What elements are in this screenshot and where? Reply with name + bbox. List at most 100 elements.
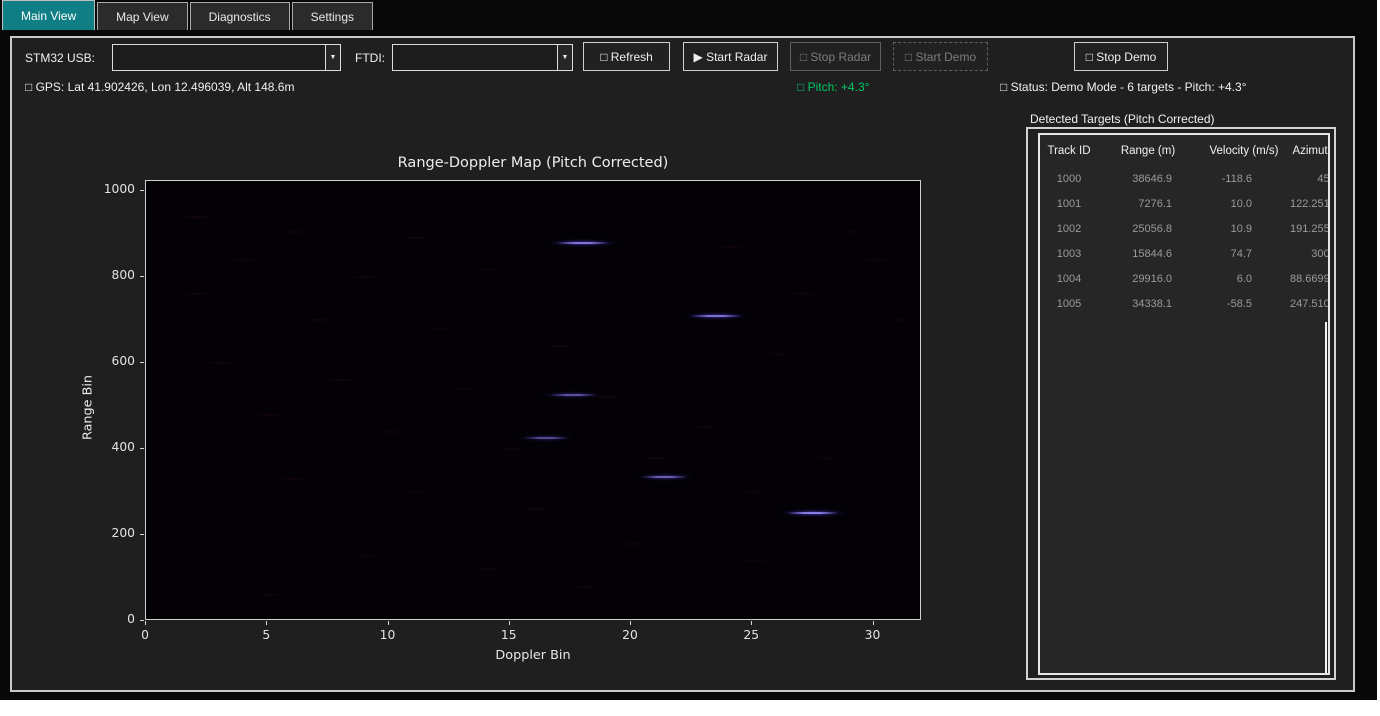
x-tick-label: 5 bbox=[246, 628, 286, 642]
y-tick-label: 800 bbox=[85, 268, 135, 282]
x-tick-label: 0 bbox=[125, 628, 165, 642]
table-row[interactable]: 100225056.810.9191.2552 bbox=[1040, 216, 1330, 241]
radar-target-streak bbox=[677, 311, 755, 321]
radar-target-streak bbox=[512, 433, 580, 443]
noise-speck bbox=[175, 292, 219, 296]
radar-target-core bbox=[550, 394, 597, 396]
noise-speck bbox=[417, 327, 461, 331]
ftdi-label: FTDI: bbox=[355, 51, 385, 65]
table-cell: 122.2510 bbox=[1290, 198, 1330, 210]
table-row[interactable]: 100038646.9-118.645° bbox=[1040, 166, 1330, 191]
noise-speck bbox=[563, 585, 607, 589]
table-body: 100038646.9-118.645°10017276.110.0122.25… bbox=[1040, 166, 1328, 316]
radar-target-core bbox=[787, 512, 838, 514]
noise-speck bbox=[587, 395, 631, 399]
y-tick bbox=[140, 362, 144, 363]
targets-table[interactable]: Track ID Range (m) Velocity (m/s) Azimut… bbox=[1038, 133, 1330, 675]
noise-speck bbox=[708, 245, 752, 249]
noise-speck bbox=[296, 318, 340, 322]
noise-speck bbox=[635, 456, 679, 460]
col-velocity: Velocity (m/s) bbox=[1198, 145, 1290, 157]
table-row[interactable]: 100315844.674.7300° bbox=[1040, 241, 1330, 266]
table-scrollbar[interactable] bbox=[1325, 322, 1327, 674]
radar-target-core bbox=[524, 437, 567, 439]
x-tick bbox=[388, 621, 389, 625]
table-row[interactable]: 100534338.1-58.5247.5104 bbox=[1040, 291, 1330, 316]
radar-target-streak bbox=[630, 472, 700, 482]
table-cell: 74.7 bbox=[1198, 248, 1290, 260]
y-tick bbox=[140, 534, 144, 535]
noise-speck bbox=[175, 215, 219, 219]
noise-speck bbox=[684, 425, 728, 429]
chart-title: Range-Doppler Map (Pitch Corrected) bbox=[145, 155, 921, 171]
table-cell: 191.2552 bbox=[1290, 223, 1330, 235]
noise-speck bbox=[272, 477, 316, 481]
stop-demo-button[interactable]: □ Stop Demo bbox=[1074, 42, 1168, 71]
table-cell: 1001 bbox=[1040, 198, 1098, 210]
col-range: Range (m) bbox=[1098, 145, 1198, 157]
x-tick bbox=[145, 621, 146, 625]
stm32-usb-combobox[interactable]: ▼ bbox=[112, 44, 341, 71]
tab-bar: Main View Map View Diagnostics Settings bbox=[0, 0, 373, 30]
table-cell: 10.0 bbox=[1198, 198, 1290, 210]
x-tick bbox=[751, 621, 752, 625]
y-tick bbox=[140, 276, 144, 277]
table-cell: 300° bbox=[1290, 248, 1330, 260]
noise-speck bbox=[223, 258, 267, 262]
chevron-down-icon[interactable]: ▼ bbox=[557, 45, 572, 70]
table-row[interactable]: 100429916.06.088.66998 bbox=[1040, 266, 1330, 291]
gps-status-text: □ GPS: Lat 41.902426, Lon 12.496039, Alt… bbox=[25, 80, 294, 94]
y-tick bbox=[140, 190, 144, 191]
demo-status-text: □ Status: Demo Mode - 6 targets - Pitch:… bbox=[1000, 80, 1247, 94]
y-axis-label: Range Bin bbox=[81, 368, 96, 448]
noise-speck bbox=[781, 292, 825, 296]
col-track-id: Track ID bbox=[1040, 145, 1098, 157]
y-tick-label: 1000 bbox=[85, 182, 135, 196]
ftdi-combobox[interactable]: ▼ bbox=[392, 44, 573, 71]
x-tick bbox=[266, 621, 267, 625]
noise-speck bbox=[611, 542, 655, 546]
radar-target-core bbox=[642, 476, 687, 478]
table-cell: 7276.1 bbox=[1098, 198, 1198, 210]
table-cell: 25056.8 bbox=[1098, 223, 1198, 235]
tab-map-view[interactable]: Map View bbox=[97, 2, 187, 30]
x-tick-label: 20 bbox=[610, 628, 650, 642]
noise-speck bbox=[466, 268, 510, 272]
noise-speck bbox=[393, 236, 437, 240]
noise-speck bbox=[441, 387, 485, 391]
x-tick-label: 30 bbox=[853, 628, 893, 642]
x-tick-label: 15 bbox=[489, 628, 529, 642]
table-row[interactable]: 10017276.110.0122.2510 bbox=[1040, 191, 1330, 216]
stop-radar-button[interactable]: □ Stop Radar bbox=[790, 42, 881, 71]
table-cell: -58.5 bbox=[1198, 298, 1290, 310]
y-tick-label: 0 bbox=[85, 612, 135, 626]
radar-target-streak bbox=[773, 508, 853, 518]
table-cell: 1004 bbox=[1040, 273, 1098, 285]
app-window: Main View Map View Diagnostics Settings … bbox=[0, 0, 1377, 700]
table-cell: 1002 bbox=[1040, 223, 1098, 235]
start-radar-button[interactable]: ▶ Start Radar bbox=[683, 42, 778, 71]
noise-speck bbox=[490, 447, 534, 451]
noise-speck bbox=[393, 490, 437, 494]
stm32-usb-label: STM32 USB: bbox=[25, 51, 95, 65]
tab-diagnostics[interactable]: Diagnostics bbox=[190, 2, 290, 30]
start-demo-button[interactable]: □ Start Demo bbox=[893, 42, 988, 71]
tab-main-view[interactable]: Main View bbox=[2, 0, 95, 30]
chevron-down-icon[interactable]: ▼ bbox=[325, 45, 340, 70]
noise-speck bbox=[732, 559, 776, 563]
noise-speck bbox=[199, 361, 243, 365]
x-tick bbox=[509, 621, 510, 625]
table-header-row: Track ID Range (m) Velocity (m/s) Azimut… bbox=[1040, 135, 1330, 166]
noise-speck bbox=[732, 490, 776, 494]
noise-speck bbox=[805, 456, 849, 460]
radar-target-streak bbox=[536, 390, 609, 400]
table-cell: 34338.1 bbox=[1098, 298, 1198, 310]
table-cell: 6.0 bbox=[1198, 273, 1290, 285]
table-cell: 45° bbox=[1290, 173, 1330, 185]
refresh-button[interactable]: □ Refresh bbox=[583, 42, 670, 71]
noise-speck bbox=[247, 413, 291, 417]
noise-speck bbox=[538, 344, 582, 348]
tab-settings[interactable]: Settings bbox=[292, 2, 373, 30]
noise-speck bbox=[247, 593, 291, 597]
noise-speck bbox=[344, 275, 388, 279]
